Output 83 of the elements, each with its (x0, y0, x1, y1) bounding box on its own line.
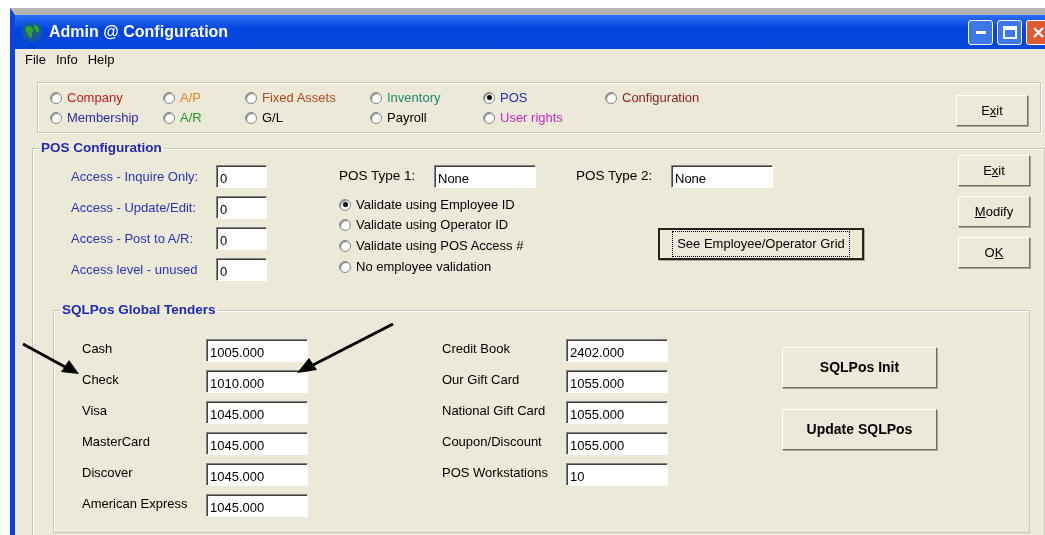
field-label: National Gift Card (442, 401, 547, 420)
dialog-button[interactable]: Exit (958, 155, 1030, 186)
field-label: Access - Update/Edit: (71, 198, 197, 217)
field-label: Coupon/Discount (442, 432, 543, 451)
input-field[interactable]: 0 (216, 258, 267, 281)
menu-item[interactable]: Info (51, 50, 82, 70)
radio-circle[interactable] (339, 218, 351, 231)
field-label: Credit Book (442, 339, 511, 358)
radio-circle[interactable] (483, 111, 495, 124)
field-label: Access level - unused (71, 260, 199, 279)
radio-circle[interactable] (370, 91, 382, 104)
radio-circle[interactable] (50, 91, 62, 104)
field-label: Visa (82, 401, 109, 420)
radio-circle[interactable] (50, 111, 62, 124)
menu-item[interactable]: File (21, 50, 50, 70)
field-label: MasterCard (82, 432, 151, 451)
radio-circle[interactable] (605, 91, 617, 104)
module-radio[interactable]: User rights (483, 107, 563, 128)
input-field[interactable]: 10 (566, 463, 668, 486)
maximize-button[interactable] (997, 19, 1022, 45)
radio-circle[interactable] (163, 91, 175, 104)
arrow (21, 342, 81, 376)
input-field[interactable]: None (434, 165, 536, 188)
module-radio[interactable]: Configuration (605, 87, 700, 108)
input-field[interactable]: 0 (216, 196, 267, 219)
input-field[interactable]: 1055.000 (566, 432, 668, 455)
minimize-icon (975, 30, 986, 34)
radio-circle[interactable] (245, 91, 257, 104)
module-radio[interactable]: Payroll (370, 107, 427, 128)
input-field[interactable]: 1045.000 (206, 432, 308, 455)
field-label: Discover (82, 463, 134, 482)
input-field[interactable]: 0 (216, 227, 267, 250)
radio-circle[interactable] (339, 239, 351, 252)
field-label: American Express (82, 494, 189, 513)
dialog-button[interactable]: Modify (958, 196, 1030, 227)
field-label: POS Type 1: (339, 167, 417, 186)
module-radio[interactable]: Fixed Assets (245, 87, 336, 108)
radio-circle[interactable] (339, 198, 351, 211)
menu-item[interactable]: Help (83, 50, 119, 70)
input-field[interactable]: 2402.000 (566, 339, 668, 362)
input-field[interactable]: 1055.000 (566, 370, 668, 393)
input-field[interactable]: 0 (216, 165, 267, 188)
validation-radio[interactable]: Validate using POS Access # (339, 236, 524, 256)
input-field[interactable]: 1045.000 (206, 494, 308, 517)
action-button[interactable]: SQLPos Init (782, 347, 937, 388)
group-title: SQLPos Global Tenders (61, 303, 217, 317)
field-label: POS Type 2: (576, 167, 654, 186)
input-field[interactable]: 1010.000 (206, 370, 308, 393)
field-label: Access - Post to A/R: (71, 229, 195, 248)
radio-circle[interactable] (163, 111, 175, 124)
minimize-button[interactable] (968, 19, 993, 45)
dialog-button[interactable]: OK (958, 237, 1030, 268)
field-label: Our Gift Card (442, 370, 521, 389)
validation-radio[interactable]: Validate using Employee ID (339, 194, 515, 215)
globe-icon (21, 21, 43, 43)
validation-radio[interactable]: Validate using Operator ID (339, 215, 509, 235)
field-label: Check (82, 370, 120, 389)
module-radio[interactable]: Membership (50, 107, 139, 128)
module-radio[interactable]: Company (50, 87, 123, 108)
input-field[interactable]: 1005.000 (206, 339, 308, 362)
module-radio[interactable]: Inventory (370, 87, 441, 108)
window-title: Admin @ Configuration (49, 22, 229, 42)
action-button[interactable]: Update SQLPos (782, 409, 937, 450)
input-field[interactable]: 1045.000 (206, 401, 308, 424)
field-label: Access - Inquire Only: (71, 167, 200, 186)
close-button[interactable] (1026, 19, 1045, 45)
field-label: Cash (82, 339, 114, 358)
validation-radio[interactable]: No employee validation (339, 257, 492, 277)
exit-button[interactable]: Exit (956, 95, 1028, 126)
input-field[interactable]: None (671, 165, 773, 188)
radio-circle[interactable] (339, 260, 351, 273)
group-title: POS Configuration (40, 141, 163, 155)
radio-circle[interactable] (245, 111, 257, 124)
field-label: POS Workstations (442, 463, 549, 482)
input-field[interactable]: 1055.000 (566, 401, 668, 424)
maximize-icon (1002, 25, 1017, 39)
close-icon (1032, 25, 1045, 39)
radio-circle[interactable] (483, 91, 495, 104)
radio-circle[interactable] (370, 111, 382, 124)
module-radio[interactable]: G/L (245, 107, 283, 128)
module-radio[interactable]: POS (483, 87, 528, 108)
see-grid-button[interactable]: See Employee/Operator Grid (658, 228, 864, 260)
input-field[interactable]: 1045.000 (206, 463, 308, 486)
